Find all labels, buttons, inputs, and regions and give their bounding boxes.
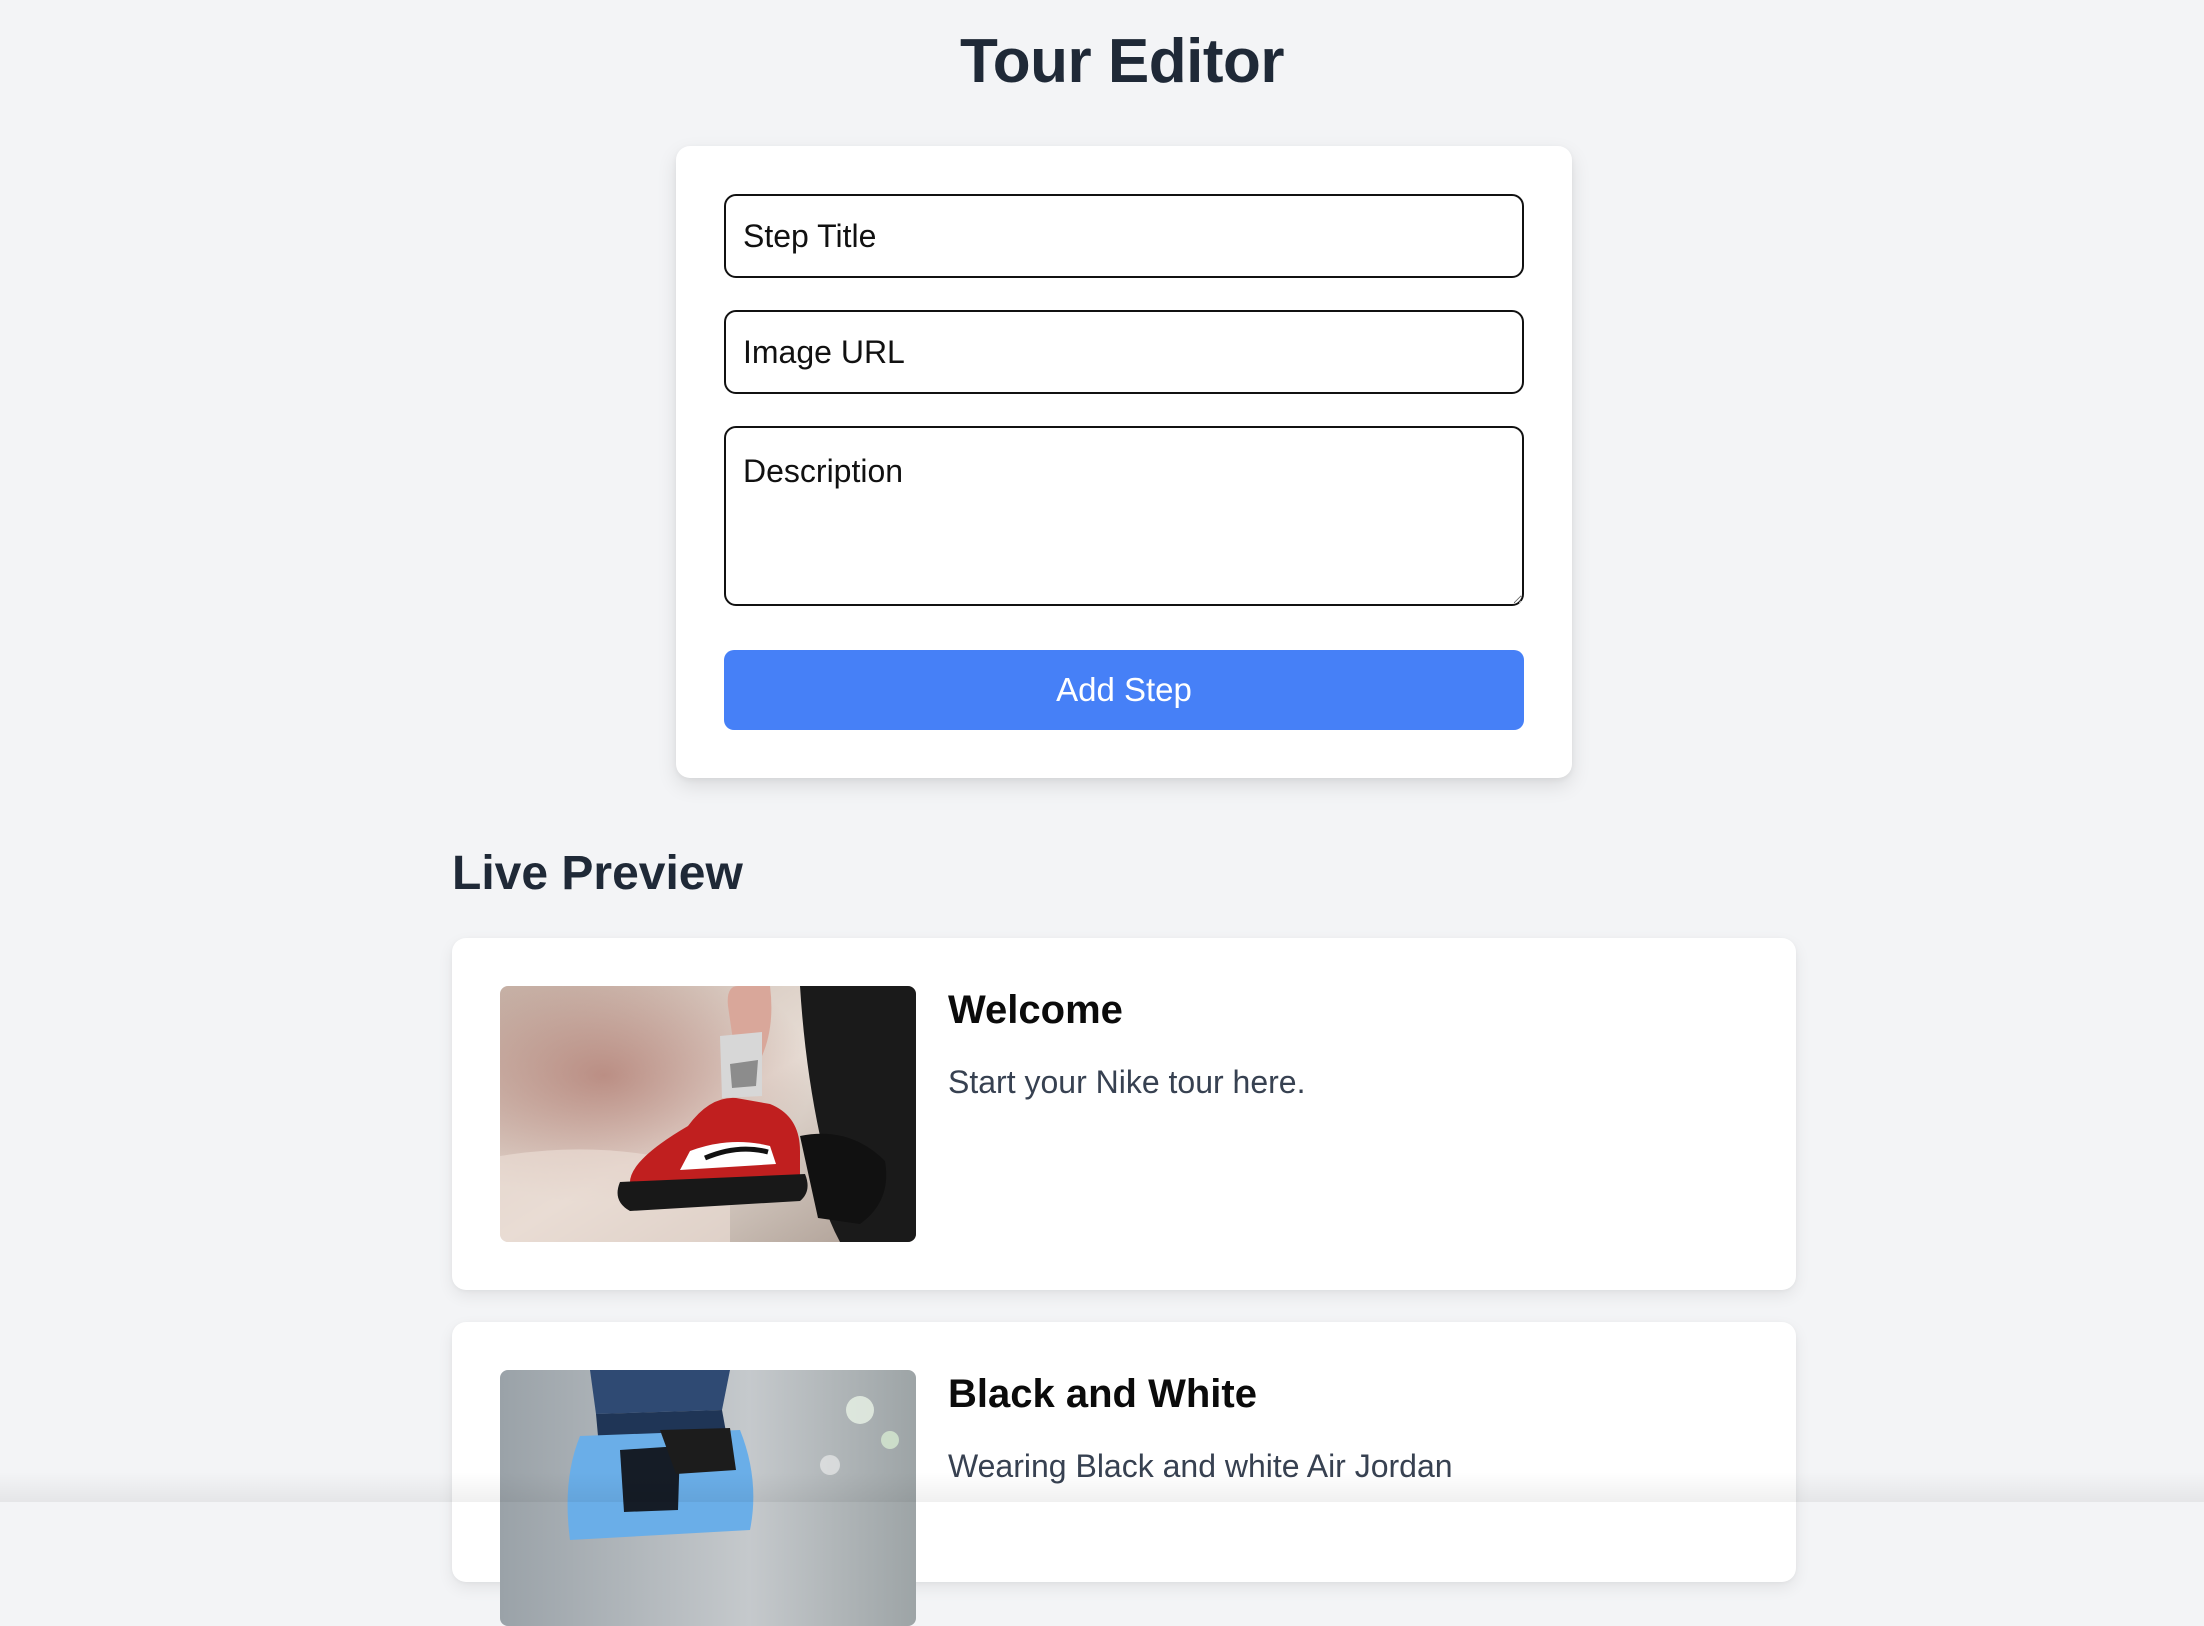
- sneaker-photo-icon: [500, 1370, 916, 1626]
- step-title: Welcome: [948, 988, 1123, 1032]
- sneaker-photo-icon: [500, 986, 916, 1242]
- step-title: Black and White: [948, 1372, 1257, 1416]
- description-textarea[interactable]: [724, 426, 1524, 606]
- step-editor-form: Add Step: [676, 146, 1572, 778]
- page-title: Tour Editor: [960, 27, 1284, 96]
- live-preview-heading: Live Preview: [452, 847, 743, 900]
- preview-step-card: Black and White Wearing Black and white …: [452, 1322, 1796, 1626]
- preview-step-card: Welcome Start your Nike tour here.: [452, 938, 1796, 1290]
- step-description: Wearing Black and white Air Jordan: [948, 1448, 1453, 1484]
- step-image-sneaker-red: [500, 986, 916, 1242]
- add-step-button[interactable]: Add Step: [724, 650, 1524, 730]
- image-url-input[interactable]: [724, 310, 1524, 394]
- step-image-sneaker-blue: [500, 1370, 916, 1626]
- step-title-input[interactable]: [724, 194, 1524, 278]
- step-description: Start your Nike tour here.: [948, 1064, 1306, 1100]
